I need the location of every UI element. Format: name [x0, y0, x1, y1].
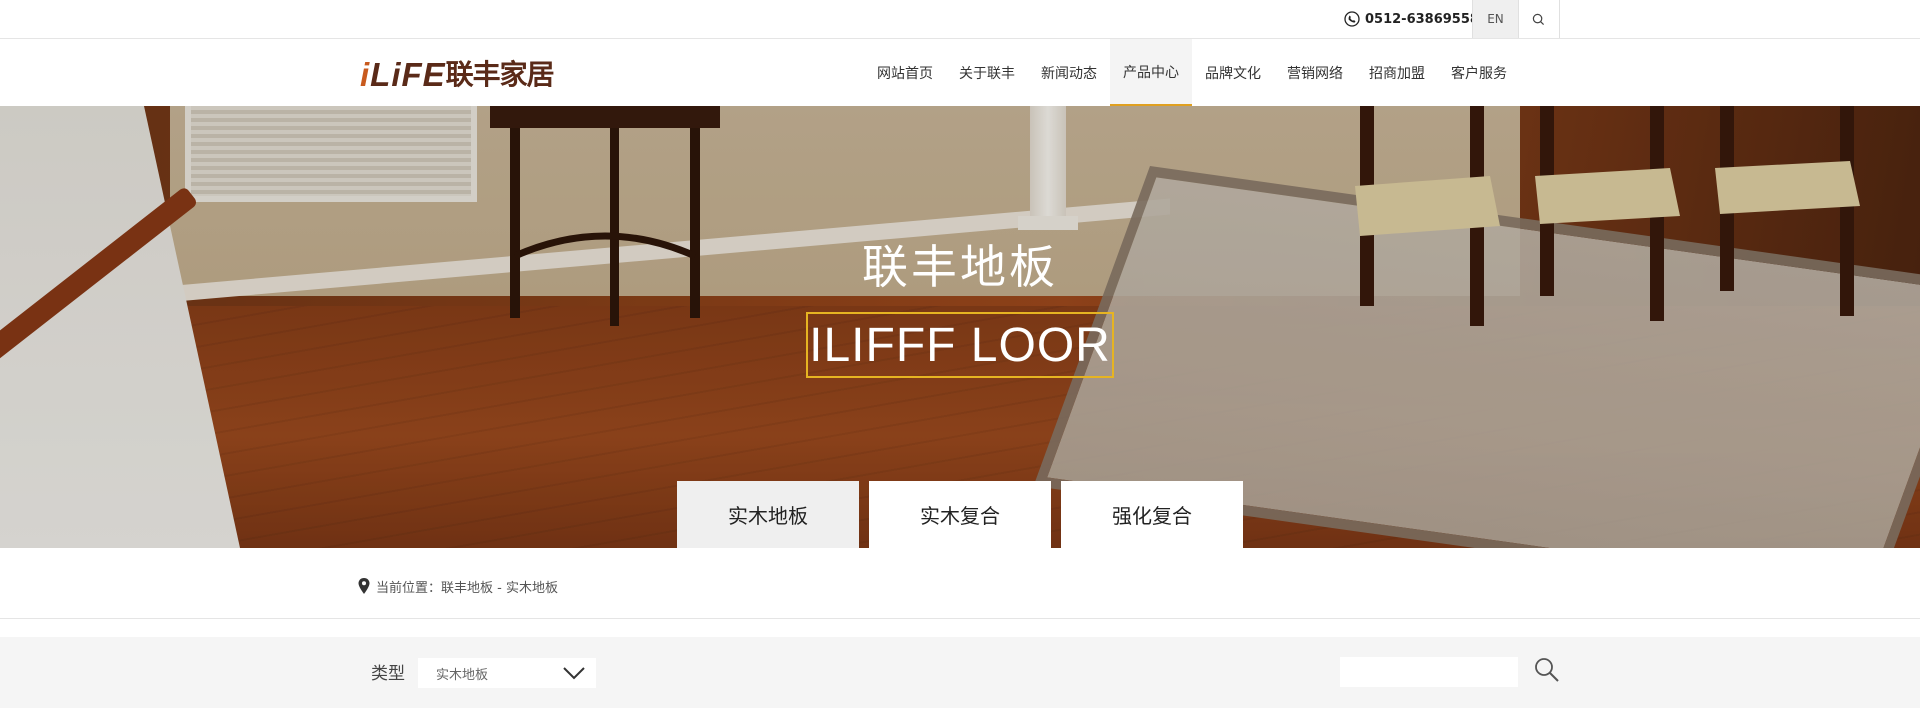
product-category-tabs: 实木地板 实木复合 强化复合: [677, 481, 1243, 548]
tab-engineered-wood[interactable]: 实木复合: [869, 481, 1051, 548]
logo-chinese-name: 联丰家居: [445, 58, 555, 91]
tab-laminate[interactable]: 强化复合: [1061, 481, 1243, 548]
type-filter-label: 类型: [371, 664, 405, 684]
hero-title: 联丰地板: [862, 240, 1058, 294]
phone-icon: [1344, 11, 1360, 27]
logo-wordmark: iLiFE: [360, 56, 446, 93]
nav-item-brand-culture[interactable]: 品牌文化: [1192, 39, 1274, 106]
top-search-button[interactable]: [1517, 0, 1560, 38]
hero-subtitle: ILIFFF LOOR: [806, 312, 1114, 378]
tab-solid-wood-flooring[interactable]: 实木地板: [677, 481, 859, 548]
filter-bar: 类型 实木地板: [0, 637, 1920, 708]
language-switch-button[interactable]: EN: [1472, 0, 1519, 38]
breadcrumb-text: 当前位置：联丰地板 - 实木地板: [376, 580, 558, 596]
main-header: iLiFE 联丰家居 网站首页 关于联丰 新闻动态 产品中心 品牌文化 营销网络…: [0, 39, 1920, 106]
nav-item-home[interactable]: 网站首页: [864, 39, 946, 106]
chevron-down-icon: [563, 667, 585, 680]
nav-item-news[interactable]: 新闻动态: [1028, 39, 1110, 106]
breadcrumb: 当前位置：联丰地板 - 实木地板: [358, 576, 558, 596]
nav-item-about[interactable]: 关于联丰: [946, 39, 1028, 106]
product-search-button[interactable]: [1533, 656, 1561, 684]
phone-contact: 0512-63869558: [1344, 0, 1479, 38]
type-select[interactable]: 实木地板: [418, 658, 596, 688]
nav-item-sales-network[interactable]: 营销网络: [1274, 39, 1356, 106]
nav-item-customer-service[interactable]: 客户服务: [1438, 39, 1520, 106]
product-search-input[interactable]: [1340, 657, 1518, 687]
location-pin-icon: [358, 578, 370, 594]
main-navigation: 网站首页 关于联丰 新闻动态 产品中心 品牌文化 营销网络 招商加盟 客户服务: [864, 39, 1520, 106]
nav-item-franchise[interactable]: 招商加盟: [1356, 39, 1438, 106]
site-logo[interactable]: iLiFE 联丰家居: [360, 56, 555, 93]
phone-number: 0512-63869558: [1365, 11, 1479, 27]
nav-item-products[interactable]: 产品中心: [1110, 39, 1192, 106]
top-utility-bar: 0512-63869558 EN: [0, 0, 1920, 39]
hero-banner: 联丰地板 ILIFFF LOOR 实木地板 实木复合 强化复合: [0, 106, 1920, 548]
search-icon: [1532, 13, 1544, 25]
type-select-value: 实木地板: [436, 667, 489, 683]
section-divider: [0, 618, 1920, 619]
